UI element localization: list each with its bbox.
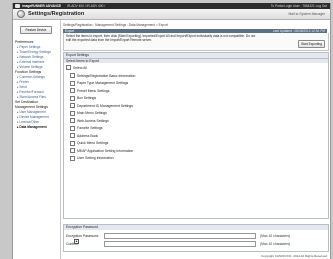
export-item-row[interactable]: Web Access Settings — [70, 117, 270, 125]
export-item-checkbox[interactable] — [70, 118, 75, 124]
export-item-label: Web Access Settings — [77, 118, 109, 123]
export-item-label: Favorite Settings — [77, 126, 103, 131]
export-item-checkbox[interactable] — [70, 80, 75, 86]
export-item-label: Department ID Management Settings — [77, 103, 133, 108]
export-item-checkbox[interactable] — [70, 133, 75, 139]
encryption-password-input[interactable] — [104, 233, 256, 239]
confirm-password-row: Confirm: (Max 32 characters) — [66, 241, 290, 247]
browser-frame: imageRUNNER ADVANCE iR-ADV 400 / iR-ADV … — [12, 3, 331, 259]
export-item-checkbox[interactable] — [70, 155, 75, 161]
export-item-label: Box Settings — [77, 96, 97, 101]
export-item-label: Address Book — [77, 133, 99, 138]
encryption-password-hint: (Max 32 characters) — [260, 234, 291, 238]
nav-item-data-management[interactable]: ▸Data Management — [14, 125, 60, 130]
export-item-row[interactable]: Settings/Registration Basic Information — [70, 72, 270, 80]
encryption-password-box: Encryption Password: (Max 32 characters)… — [63, 230, 329, 252]
export-item-label: Quick Menu Settings — [77, 141, 109, 146]
page-title: Settings/Registration — [28, 11, 85, 17]
export-item-label: MEAP Application Setting Information — [77, 148, 134, 153]
export-item-checkbox[interactable] — [70, 88, 75, 94]
breadcrumb[interactable]: Settings/Registration : Management Setti… — [63, 23, 168, 27]
export-item-row[interactable]: User Setting Information — [70, 155, 270, 163]
export-item-checkbox[interactable] — [70, 148, 75, 154]
export-item-checkbox[interactable] — [70, 140, 75, 146]
copyright-footer: Copyright CANON INC. 2014 All Rights Res… — [261, 254, 327, 258]
device-logo-icon — [15, 4, 20, 8]
confirm-password-label: Confirm: — [66, 242, 79, 246]
page-header: Settings/Registration Mail to System Man… — [13, 9, 330, 20]
encryption-password-row: Encryption Password: (Max 32 characters) — [66, 233, 290, 239]
export-item-label: Main Menu Settings — [77, 111, 107, 116]
portal-login-links[interactable]: To Portal Login User : 7654321 Log Out — [271, 4, 327, 8]
select-all-label: Select All — [73, 65, 87, 70]
export-item-row[interactable]: Address Book — [70, 132, 270, 140]
select-all-row[interactable]: Select All — [66, 65, 87, 70]
export-item-row[interactable]: MEAP Application Setting Information — [70, 147, 270, 155]
confirm-password-hint: (Max 32 characters) — [260, 242, 291, 246]
export-item-row[interactable]: Favorite Settings — [70, 125, 270, 133]
export-item-label: Paper Type Management Settings — [77, 81, 129, 86]
export-item-checkbox[interactable] — [70, 95, 75, 101]
export-item-row[interactable]: Department ID Management Settings — [70, 102, 270, 110]
start-exporting-button[interactable]: Start Exporting — [298, 40, 325, 48]
export-item-row[interactable]: Box Settings — [70, 95, 270, 103]
confirm-password-input[interactable] — [104, 241, 256, 247]
export-item-label: User Setting Information — [77, 156, 114, 161]
select-all-checkbox[interactable] — [66, 65, 71, 70]
export-item-row[interactable]: Quick Menu Settings — [70, 140, 270, 148]
export-description: Select the items to export, then click [… — [66, 34, 256, 42]
export-item-checkbox[interactable] — [70, 110, 75, 116]
scroll-to-top-icon[interactable]: ▲ — [74, 239, 79, 244]
settings-home-icon[interactable] — [17, 10, 25, 18]
select-items-box: Select All Settings/Registration Basic I… — [63, 63, 329, 219]
main-content: Settings/Registration : Management Setti… — [61, 20, 330, 259]
device-host: iR-ADV 400 / iR-ADV 400 / — [67, 4, 106, 8]
export-item-row[interactable]: Main Menu Settings — [70, 110, 270, 118]
export-item-checkbox[interactable] — [70, 125, 75, 131]
export-items-list: Settings/Registration Basic Information … — [70, 72, 270, 162]
export-item-label: Settings/Registration Basic Information — [77, 73, 136, 78]
encryption-password-label: Encryption Password: — [66, 234, 99, 238]
sidebar: Restart Device Preferences ▸Paper Settin… — [13, 20, 61, 259]
mail-to-system-manager-link[interactable]: Mail to System Manager — [288, 12, 325, 16]
model-name: imageRUNNER ADVANCE — [22, 4, 62, 8]
restart-device-button[interactable]: Restart Device — [20, 26, 52, 34]
sidebar-nav: Preferences ▸Paper Settings ▸Timer/Energ… — [14, 40, 60, 130]
export-item-row[interactable]: Paper Type Management Settings — [70, 80, 270, 88]
export-description-box: Select the items to export, then click [… — [63, 33, 329, 51]
export-item-label: Preset Menu Settings — [77, 88, 110, 93]
export-item-row[interactable]: Preset Menu Settings — [70, 87, 270, 95]
export-item-checkbox[interactable] — [70, 73, 75, 79]
export-item-checkbox[interactable] — [70, 103, 75, 109]
